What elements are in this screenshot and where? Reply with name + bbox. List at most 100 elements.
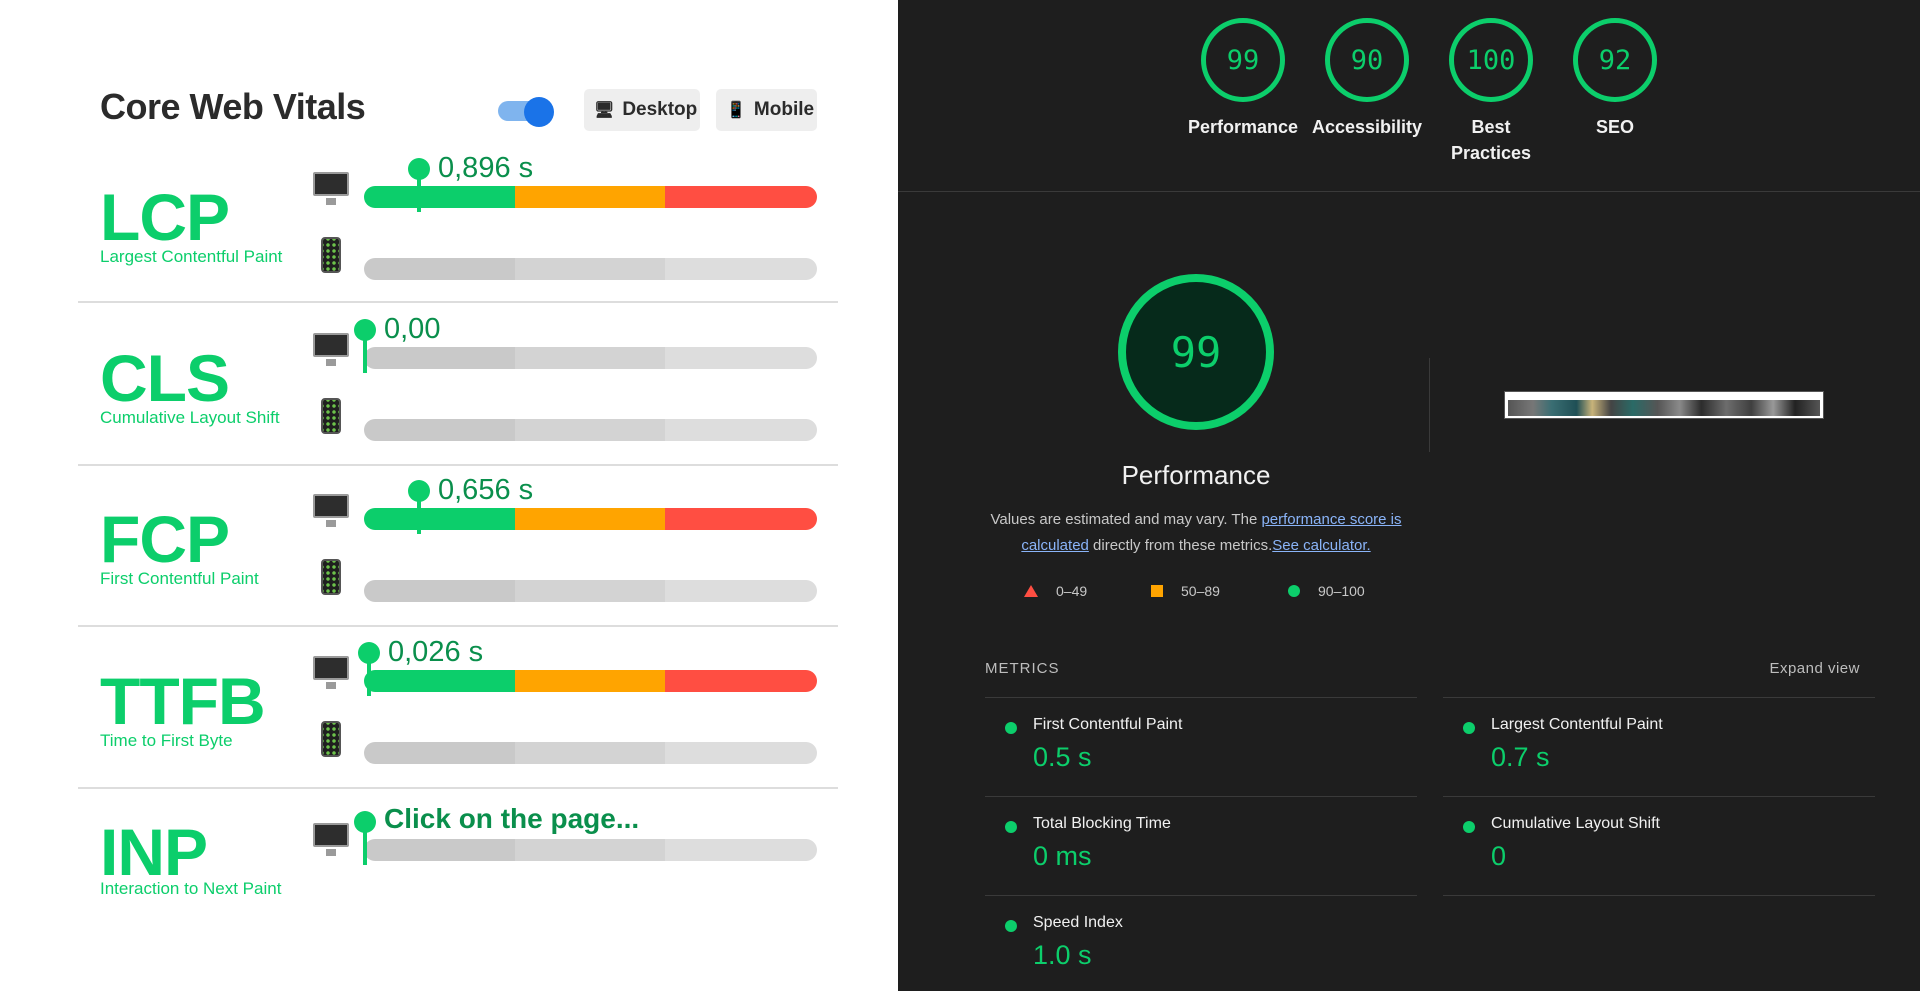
desktop-value: 0,00 [384, 313, 441, 345]
metric-value: 0 ms [1033, 841, 1092, 871]
metric-name: First Contentful Paint [100, 569, 259, 588]
circle-icon [1005, 920, 1017, 932]
desktop-bar [364, 670, 817, 692]
score-value: 92 [1573, 18, 1657, 102]
metric-abbr: CLS [100, 341, 230, 415]
desktop-icon [311, 494, 351, 527]
mobile-button[interactable]: 📱 Mobile [716, 89, 817, 131]
score-label: Accessibility [1311, 117, 1423, 137]
legend-poor: 0–49 [1024, 583, 1087, 599]
desktop-bar [364, 347, 817, 369]
mobile-icon [311, 237, 351, 278]
description-text: directly from these metrics. [1088, 537, 1273, 554]
score-label: Best Practices [1450, 117, 1532, 163]
value-marker [408, 480, 430, 534]
metric-ttfb: TTFB Time to First Byte 0,026 s [78, 636, 838, 789]
metric-largest-contentful-paint: Largest Contentful Paint 0.7 s [1443, 697, 1875, 796]
lighthouse-panel: 99 Performance 90 Accessibility 100 Best… [898, 0, 1920, 991]
circle-icon [1005, 821, 1017, 833]
metric-inp: INP Interaction to Next Paint Click on t… [78, 803, 838, 913]
metric-name: Cumulative Layout Shift [100, 408, 280, 427]
metric-speed-index: Speed Index 1.0 s [985, 895, 1417, 991]
performance-title: Performance [1121, 460, 1271, 490]
vertical-divider [1429, 358, 1430, 452]
desktop-value: 0,896 s [438, 152, 534, 184]
circle-icon [1288, 585, 1300, 597]
desktop-value: 0,026 s [388, 636, 484, 668]
desktop-icon [311, 656, 351, 689]
metric-cls: CLS Cumulative Layout Shift 0,00 [78, 313, 838, 466]
score-gauge-performance[interactable]: 99 Performance [1178, 18, 1308, 140]
score-gauge-seo[interactable]: 92 SEO [1550, 18, 1680, 140]
metric-lcp: LCP Largest Contentful Paint 0,896 s [78, 152, 838, 303]
value-marker [354, 319, 376, 373]
desktop-value: Click on the page... [384, 803, 640, 834]
metric-label: Total Blocking Time [1033, 815, 1171, 832]
mobile-bar [364, 580, 817, 602]
desktop-bar [364, 839, 817, 861]
legend-average: 50–89 [1151, 583, 1220, 599]
description-text: Values are estimated and may vary. The [990, 511, 1262, 528]
value-marker [358, 642, 380, 696]
score-gauge-best-practices[interactable]: 100 Best Practices [1426, 18, 1556, 166]
score-value: 100 [1449, 18, 1533, 102]
desktop-icon [311, 823, 351, 856]
score-label: Performance [1187, 117, 1299, 137]
metric-value: 0.5 s [1033, 742, 1092, 772]
metric-label: Cumulative Layout Shift [1491, 815, 1660, 832]
metrics-heading: METRICS [985, 660, 1060, 677]
header-divider [898, 191, 1920, 192]
metric-first-contentful-paint: First Contentful Paint 0.5 s [985, 697, 1417, 796]
circle-icon [1463, 821, 1475, 833]
desktop-icon [311, 172, 351, 205]
metric-abbr: LCP [100, 180, 230, 254]
metric-label: Largest Contentful Paint [1491, 716, 1663, 733]
mobile-bar [364, 742, 817, 764]
metric-value: 1.0 s [1033, 940, 1092, 970]
legend-label: 0–49 [1056, 583, 1088, 599]
legend-good: 90–100 [1288, 583, 1365, 599]
mobile-icon [311, 398, 351, 439]
desktop-value: 0,656 s [438, 474, 534, 506]
desktop-bar [364, 186, 817, 208]
metric-value: 0.7 s [1491, 742, 1550, 772]
expand-view-button[interactable]: Expand view [1769, 660, 1860, 677]
score-gauge-accessibility[interactable]: 90 Accessibility [1302, 18, 1432, 140]
metric-name: Interaction to Next Paint [100, 879, 282, 898]
score-label: SEO [1595, 117, 1634, 137]
metric-fcp: FCP First Contentful Paint 0,656 s [78, 474, 838, 627]
legend-label: 50–89 [1181, 583, 1220, 599]
metric-name: Largest Contentful Paint [100, 247, 283, 266]
performance-description: Values are estimated and may vary. The p… [986, 507, 1406, 559]
desktop-icon [311, 333, 351, 366]
desktop-icon: 🖥 [594, 102, 615, 119]
legend-label: 90–100 [1318, 583, 1365, 599]
metric-cumulative-layout-shift: Cumulative Layout Shift 0 [1443, 796, 1875, 895]
mobile-icon: 📱 [726, 102, 746, 119]
see-calculator-link[interactable]: See calculator. [1272, 537, 1370, 554]
desktop-button[interactable]: 🖥 Desktop [584, 89, 700, 131]
score-value: 99 [1201, 18, 1285, 102]
core-web-vitals-panel: Core Web Vitals 🖥 Desktop 📱 Mobile LCP L… [0, 0, 898, 991]
metric-abbr: FCP [100, 502, 230, 576]
desktop-button-label: Desktop [622, 99, 698, 120]
mobile-button-label: Mobile [753, 99, 815, 120]
metrics-divider [1443, 895, 1875, 896]
metric-label: First Contentful Paint [1033, 716, 1183, 733]
performance-score-gauge: 99 [1118, 274, 1274, 430]
metric-abbr: TTFB [100, 664, 266, 738]
view-toggle[interactable] [498, 97, 554, 127]
circle-icon [1005, 722, 1017, 734]
metric-name: Time to First Byte [100, 731, 233, 750]
metric-value: 0 [1491, 841, 1507, 871]
mobile-icon [311, 721, 351, 762]
circle-icon [1463, 722, 1475, 734]
triangle-icon [1024, 585, 1038, 597]
page-screenshot-thumbnail[interactable] [1504, 391, 1824, 419]
score-value: 90 [1325, 18, 1409, 102]
mobile-icon [311, 559, 351, 600]
value-marker [354, 811, 376, 865]
value-marker [408, 158, 430, 212]
desktop-bar [364, 508, 817, 530]
mobile-bar [364, 419, 817, 441]
